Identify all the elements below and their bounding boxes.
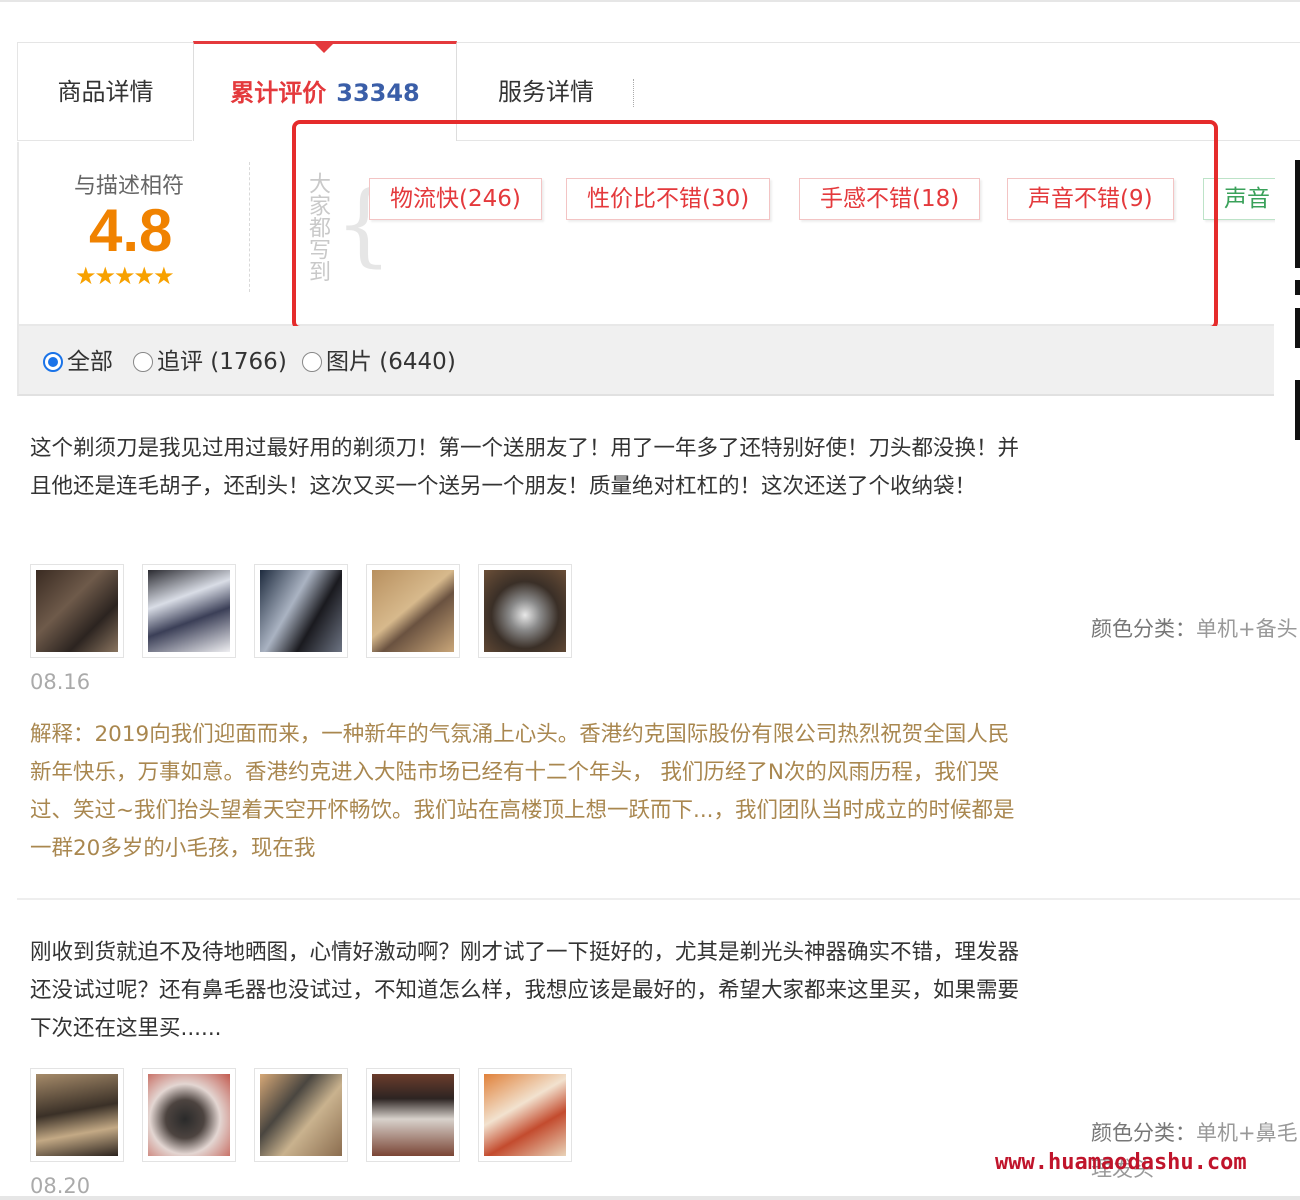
- photo-image: [484, 570, 566, 652]
- top-border: [0, 0, 1300, 2]
- review-photo[interactable]: [478, 564, 572, 658]
- rating-stars-icon: ★★★★★: [75, 262, 175, 290]
- filter-all-label: 全部: [67, 349, 113, 375]
- photo-image: [484, 1074, 566, 1156]
- tab-reviews-count: 33348: [336, 79, 420, 107]
- review-photo[interactable]: [366, 564, 460, 658]
- scrollbar-fragment: [1295, 308, 1300, 348]
- review-photo[interactable]: [30, 1068, 124, 1162]
- radio-checked-icon: [43, 352, 63, 372]
- radio-unchecked-icon: [133, 352, 153, 372]
- scrollbar-fragment: [1295, 160, 1300, 268]
- review-sku: 颜色分类：单机+备头: [1091, 611, 1300, 647]
- sku-value: 单机+备头: [1196, 617, 1298, 641]
- review-photo[interactable]: [142, 564, 236, 658]
- review-date: 08.20: [30, 1174, 91, 1198]
- filter-all-radio[interactable]: 全部: [43, 350, 113, 374]
- filter-followup-radio[interactable]: 追评 (1766): [133, 350, 287, 374]
- tab-service-label: 服务详情: [498, 78, 594, 106]
- photo-image: [36, 570, 118, 652]
- review-text: 刚收到货就迫不及待地晒图，心情好激动啊？刚才试了一下挺好的，尤其是剃光头神器确实…: [30, 940, 1020, 1041]
- photo-image: [148, 570, 230, 652]
- panel-divider: [249, 162, 250, 292]
- photo-image: [372, 1074, 454, 1156]
- photo-image: [260, 570, 342, 652]
- photo-image: [36, 1074, 118, 1156]
- sku-label: 颜色分类：: [1091, 617, 1196, 641]
- filter-images-label: 图片 (6440): [326, 349, 456, 375]
- tab-separator: [633, 79, 634, 107]
- watermark: www.huamaodashu.com: [995, 1150, 1247, 1175]
- review-photo[interactable]: [254, 1068, 348, 1162]
- scrollbar-fragment: [1295, 380, 1300, 440]
- sku-label: 颜色分类：: [1091, 1121, 1196, 1145]
- review-filter-bar: 全部 追评 (1766) 图片 (6440): [17, 326, 1274, 396]
- tab-product-detail[interactable]: 商品详情: [18, 43, 193, 141]
- review-photo[interactable]: [142, 1068, 236, 1162]
- review-date: 08.16: [30, 670, 91, 694]
- photo-image: [372, 570, 454, 652]
- tab-reviews-label: 累计评价: [230, 79, 327, 107]
- review-photo[interactable]: [478, 1068, 572, 1162]
- review-photo[interactable]: [366, 1068, 460, 1162]
- tab-bar-bottom-border: [17, 140, 192, 141]
- photo-image: [260, 1074, 342, 1156]
- review-photo[interactable]: [254, 564, 348, 658]
- annotation-highlight-box: [292, 120, 1218, 330]
- filter-followup-label: 追评 (1766): [157, 349, 287, 375]
- filter-images-radio[interactable]: 图片 (6440): [302, 350, 456, 374]
- active-tab-arrow-icon: [315, 44, 333, 53]
- rating-score: 4.8: [89, 197, 173, 264]
- review-text: 这个剃须刀是我见过用过最好用的剃须刀！第一个送朋友了！用了一年多了还特别好使！刀…: [30, 436, 1020, 499]
- radio-unchecked-icon: [302, 352, 322, 372]
- review-divider: [17, 898, 1300, 900]
- tab-product-detail-label: 商品详情: [57, 78, 154, 106]
- photo-image: [148, 1074, 230, 1156]
- seller-reply: 解释：2019向我们迎面而来，一种新年的气氛涌上心头。香港约克国际股份有限公司热…: [30, 722, 1015, 861]
- bottom-border: [0, 1196, 1300, 1200]
- review-photo[interactable]: [30, 564, 124, 658]
- scrollbar-fragment: [1295, 280, 1300, 295]
